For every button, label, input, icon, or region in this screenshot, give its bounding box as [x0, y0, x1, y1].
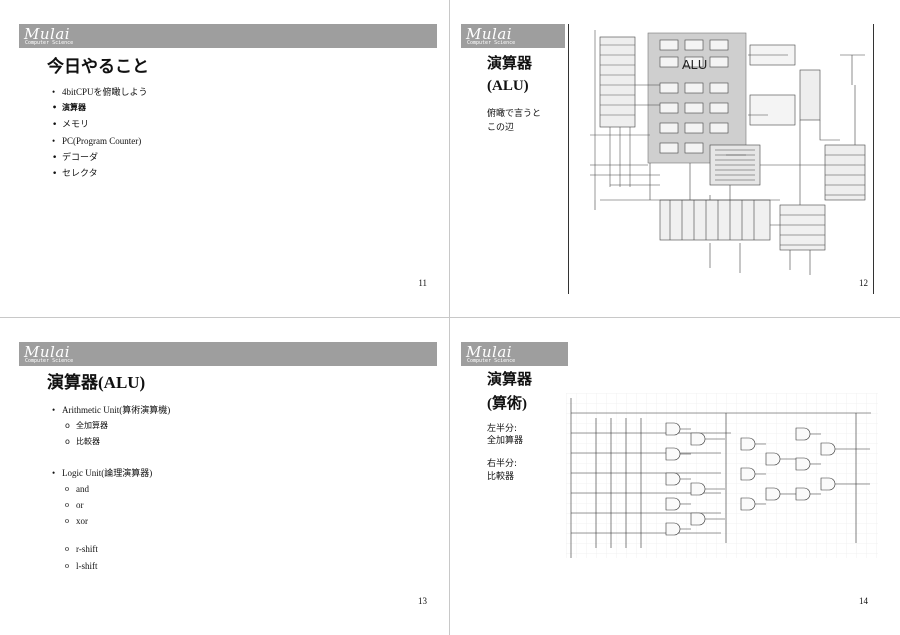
slide-12: Mulai Computer Science 演算器 (ALU) 俯瞰で言うと … [450, 0, 899, 317]
bullet-item: メモリ [52, 117, 148, 133]
sub-list: 全加算器 比較器 [62, 419, 170, 452]
slide-14: Mulai Computer Science 演算器 (算術) 左半分: 全加算… [450, 318, 899, 635]
slide-13: Mulai Computer Science 演算器(ALU) Arithmet… [0, 318, 449, 635]
slide-title: 演算器 [487, 372, 533, 388]
frame-line [568, 24, 569, 294]
alu-label: ALU [682, 57, 707, 72]
bullet-label: Arithmetic Unit(算術演算機) [62, 405, 171, 415]
slide-title: 今日やること [47, 57, 149, 76]
slide-title-sub: (算術) [487, 396, 527, 412]
bullet-list: 4bitCPUを俯瞰しよう 演算器 メモリ PC(Program Counter… [52, 84, 148, 182]
note-line: 全加算器 [487, 436, 524, 446]
logo-bar: Mulai Computer Science [461, 24, 565, 48]
sub-list: and or xor [62, 482, 170, 531]
page-number: 14 [859, 596, 868, 606]
sub-item: and [62, 482, 170, 498]
page-number: 11 [418, 278, 427, 288]
cpu-circuit-diagram: ALU [590, 30, 866, 275]
sub-list: r-shift l-shift [62, 542, 170, 575]
sub-item: l-shift [62, 559, 170, 575]
bullet-item: PC(Program Counter) [52, 133, 148, 149]
bullet-item: Arithmetic Unit(算術演算機) 全加算器 比較器 [52, 403, 170, 452]
logo-bar: Mulai Computer Science [19, 24, 437, 48]
sub-item: xor [62, 514, 170, 530]
note-line: 比較器 [487, 472, 515, 482]
bullet-list: Arithmetic Unit(算術演算機) 全加算器 比較器 Logic Un… [52, 403, 170, 575]
slide-title: 演算器 [487, 56, 533, 72]
logo-subtitle: Computer Science [25, 40, 74, 46]
note-line: この辺 [487, 123, 515, 133]
slide-title-sub: (ALU) [487, 78, 529, 94]
frame-line [873, 24, 874, 294]
sub-item: 比較器 [62, 435, 170, 451]
bullet-item: セレクタ [52, 166, 148, 182]
sub-item: r-shift [62, 542, 170, 558]
slide-11: Mulai Computer Science 今日やること 4bitCPUを俯瞰… [0, 0, 449, 317]
note-line: 右半分: [487, 459, 518, 469]
logo-bar: Mulai Computer Science [461, 342, 568, 366]
note-line: 俯瞰で言うと [487, 109, 542, 119]
sub-item: 全加算器 [62, 419, 170, 435]
bullet-item: Logic Unit(論理演算器) and or xor r-shift l-s… [52, 466, 170, 575]
logo-subtitle: Computer Science [467, 358, 516, 364]
bullet-item: デコーダ [52, 150, 148, 166]
bullet-item: 演算器 [52, 100, 148, 116]
page-number: 12 [859, 278, 868, 288]
logo-subtitle: Computer Science [467, 40, 516, 46]
logo-bar: Mulai Computer Science [19, 342, 437, 366]
arithmetic-circuit-diagram [566, 393, 878, 558]
bullet-label: Logic Unit(論理演算器) [62, 467, 153, 478]
slide-title: 演算器(ALU) [47, 373, 146, 392]
logo-subtitle: Computer Science [25, 358, 74, 364]
bullet-item: 4bitCPUを俯瞰しよう [52, 84, 148, 100]
sub-item: or [62, 498, 170, 514]
page-number: 13 [418, 596, 427, 606]
